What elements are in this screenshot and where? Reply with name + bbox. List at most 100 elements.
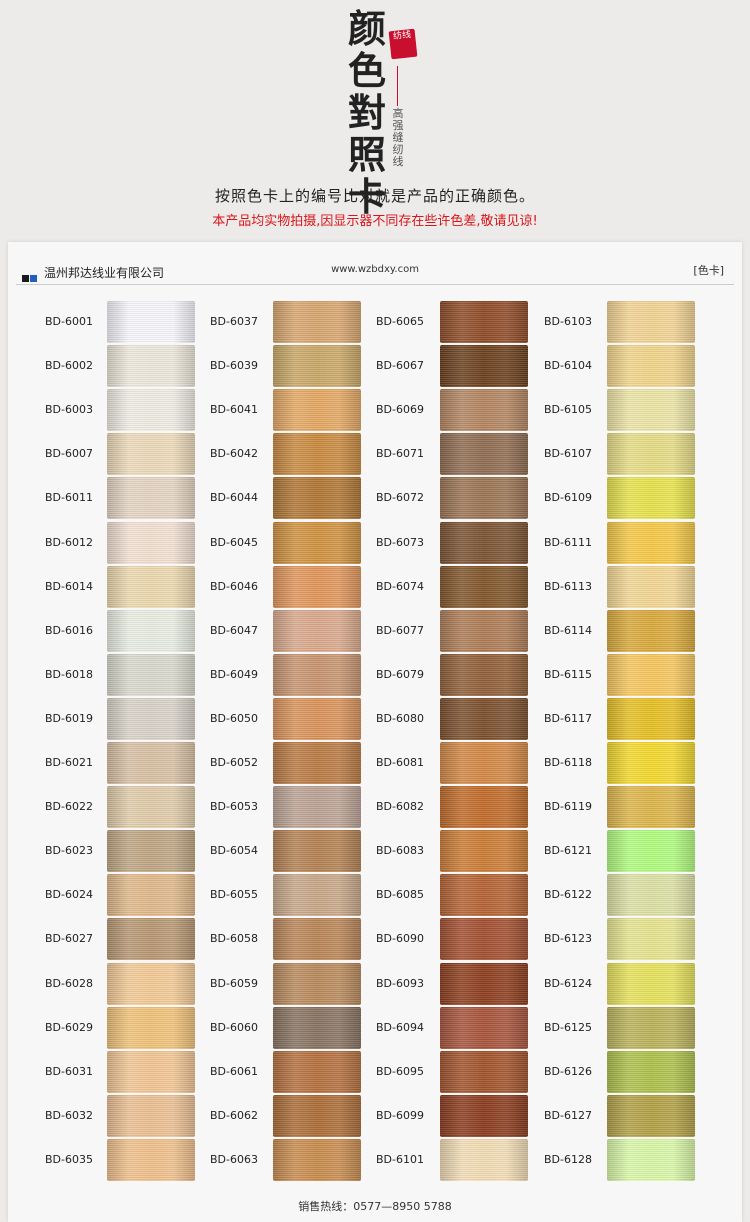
swatch-code: BD-6119 [544,800,592,814]
thread-swatch [440,345,528,388]
swatch-code: BD-6003 [45,403,93,417]
swatch-code: BD-6024 [45,888,93,902]
swatch-code: BD-6011 [45,491,93,505]
thread-swatch [440,389,528,432]
thread-swatch [107,1138,195,1181]
swatch-code: BD-6111 [544,535,592,549]
card-label: [色卡] [693,264,724,277]
swatch-code: BD-6067 [376,359,424,373]
thread-swatch [607,653,695,696]
swatch-code: BD-6002 [45,359,93,373]
swatch-code: BD-6072 [376,491,424,505]
thread-swatch [440,477,528,520]
swatch-code: BD-6103 [544,315,592,328]
thread-swatch [107,1050,195,1093]
swatch-code: BD-6107 [544,447,592,461]
thread-swatch [607,918,695,961]
thread-swatch [107,874,195,917]
thread-swatch [440,1050,528,1093]
thread-swatch [107,565,195,608]
company-website: www.wzbdxy.com [331,264,419,275]
thread-swatch [440,786,528,829]
thread-swatch [607,565,695,608]
thread-swatch [440,609,528,652]
thread-swatch [440,433,528,476]
thread-swatch [107,830,195,873]
swatch-code: BD-6001 [45,315,93,328]
thread-swatch [607,345,695,388]
thread-swatch [273,565,361,608]
swatch-code: BD-6074 [376,579,424,593]
swatch-code: BD-6125 [544,1020,592,1034]
swatch-code: BD-6113 [544,579,592,593]
thread-swatch [273,653,361,696]
swatch-code: BD-6127 [544,1108,592,1122]
swatch-code: BD-6123 [544,932,592,946]
swatch-code: BD-6012 [45,535,93,549]
thread-swatch [607,609,695,652]
thread-swatch [273,1138,361,1181]
thread-swatch [107,389,195,432]
swatch-code: BD-6052 [210,756,258,769]
swatch-code: BD-6023 [45,844,93,858]
swatch-code: BD-6022 [45,800,93,814]
swatch-code: BD-6044 [210,491,258,505]
swatch-code: BD-6046 [210,579,258,593]
swatch-code: BD-6115 [544,667,592,681]
thread-swatch [440,1138,528,1181]
swatch-code: BD-6099 [376,1108,424,1122]
thread-swatch [273,697,361,740]
swatch-code: BD-6105 [544,403,592,417]
thread-swatch [107,918,195,961]
thread-swatch [273,830,361,873]
swatch-code: BD-6049 [210,667,258,681]
swatch-code: BD-6059 [210,976,258,990]
title-char: 颜 [347,6,386,51]
thread-swatch [107,697,195,740]
thread-swatch [607,477,695,520]
swatch-code: BD-6018 [45,667,93,681]
thread-swatch [107,1006,195,1049]
thread-swatch [440,653,528,696]
thread-swatch [607,830,695,873]
swatch-code: BD-6047 [210,623,258,637]
thread-swatch [607,1138,695,1181]
swatch-code: BD-6029 [45,1020,93,1034]
swatch-code: BD-6028 [45,976,93,990]
thread-swatch [107,742,195,784]
instruction-text: 按照色卡上的编号比对就是产品的正确颜色。 [214,187,535,205]
thread-swatch [607,742,695,784]
thread-swatch [440,742,528,784]
thread-swatch [107,301,195,343]
swatch-code: BD-6104 [544,359,592,373]
swatch-code: BD-6065 [376,315,424,328]
thread-swatch [440,521,528,564]
swatch-code: BD-6060 [210,1020,258,1034]
thread-swatch [607,1094,695,1137]
swatch-code: BD-6071 [376,447,424,461]
thread-swatch [107,962,195,1005]
thread-swatch [107,786,195,829]
thread-swatch [273,1094,361,1137]
swatch-code: BD-6041 [210,403,258,417]
page-subtitle: 高强缝纫线 [391,108,405,168]
swatch-code: BD-6019 [45,711,93,725]
thread-swatch [607,962,695,1005]
swatch-code: BD-6050 [210,711,258,725]
swatch-code: BD-6055 [210,888,258,902]
thread-swatch [440,962,528,1005]
card-divider [16,284,734,285]
swatch-code: BD-6085 [376,888,424,902]
swatch-code: BD-6021 [45,756,93,769]
swatch-code: BD-6053 [210,800,258,814]
swatch-code: BD-6093 [376,976,424,990]
thread-swatch [273,962,361,1005]
page-header: 颜色對照卡 纺线 高强缝纫线 按照色卡上的编号比对就是产品的正确颜色。 本产品均… [0,0,750,240]
thread-swatch [440,830,528,873]
thread-swatch [607,389,695,432]
swatch-code: BD-6095 [376,1064,424,1078]
swatch-code: BD-6069 [376,403,424,417]
thread-swatch [607,433,695,476]
thread-swatch [273,874,361,917]
thread-swatch [440,918,528,961]
